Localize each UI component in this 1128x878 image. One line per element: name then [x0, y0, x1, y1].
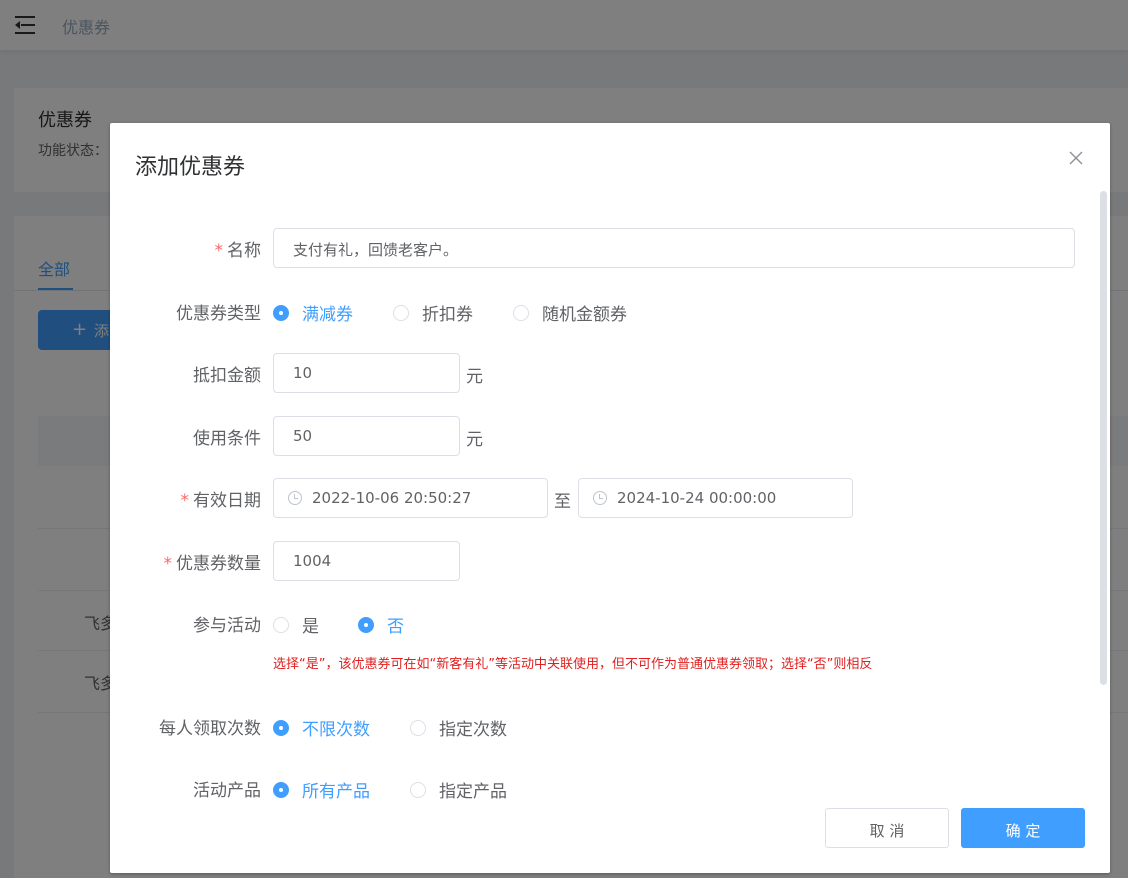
- condition-unit: 元: [466, 430, 483, 450]
- radio-zhekou[interactable]: 折扣券: [393, 300, 473, 325]
- start-date-value: 2022-10-06 20:50:27: [312, 489, 472, 507]
- clock-icon: [593, 491, 607, 505]
- end-date-value: 2024-10-24 00:00:00: [617, 489, 777, 507]
- discount-input[interactable]: 10: [273, 353, 460, 393]
- quantity-input[interactable]: 1004: [273, 541, 460, 581]
- clock-icon: [288, 491, 302, 505]
- activity-hint: 选择“是”，该优惠券可在如“新客有礼”等活动中关联使用，但不可作为普通优惠券领取…: [273, 657, 873, 672]
- condition-input[interactable]: 50: [273, 416, 460, 456]
- radio-all-products[interactable]: 所有产品: [273, 777, 370, 802]
- coupon-type-label: 优惠券类型: [176, 304, 261, 324]
- dialog-title: 添加优惠券: [135, 155, 246, 180]
- name-label: * 名称: [214, 241, 262, 261]
- confirm-button[interactable]: 确 定: [961, 808, 1085, 848]
- discount-unit: 元: [466, 367, 483, 387]
- date-separator: 至: [554, 492, 571, 512]
- radio-random-amount[interactable]: 随机金额券: [513, 300, 627, 325]
- name-input[interactable]: 支付有礼，回馈老客户。: [273, 228, 1075, 268]
- dialog-scrollbar[interactable]: [1100, 191, 1107, 685]
- radio-unlimited[interactable]: 不限次数: [273, 715, 370, 740]
- end-date-input[interactable]: 2024-10-24 00:00:00: [578, 478, 853, 518]
- condition-label: 使用条件: [193, 429, 261, 449]
- radio-specified-count[interactable]: 指定次数: [410, 715, 507, 740]
- cancel-button[interactable]: 取 消: [825, 808, 949, 848]
- close-icon[interactable]: [1068, 150, 1084, 166]
- quantity-label: * 优惠券数量: [163, 554, 262, 574]
- radio-specified-products[interactable]: 指定产品: [410, 777, 507, 802]
- radio-manjian[interactable]: 满减券: [273, 300, 353, 325]
- add-coupon-dialog: 添加优惠券 * 名称 支付有礼，回馈老客户。 优惠券类型 满减券 折扣券 随机金额…: [110, 123, 1110, 873]
- per-user-label: 每人领取次数: [159, 719, 261, 739]
- discount-label: 抵扣金额: [193, 366, 261, 386]
- radio-activity-no[interactable]: 否: [358, 612, 404, 637]
- validity-label: * 有效日期: [180, 491, 262, 511]
- activity-label: 参与活动: [193, 616, 261, 636]
- radio-activity-yes[interactable]: 是: [273, 612, 319, 637]
- start-date-input[interactable]: 2022-10-06 20:50:27: [273, 478, 548, 518]
- products-label: 活动产品: [193, 781, 261, 801]
